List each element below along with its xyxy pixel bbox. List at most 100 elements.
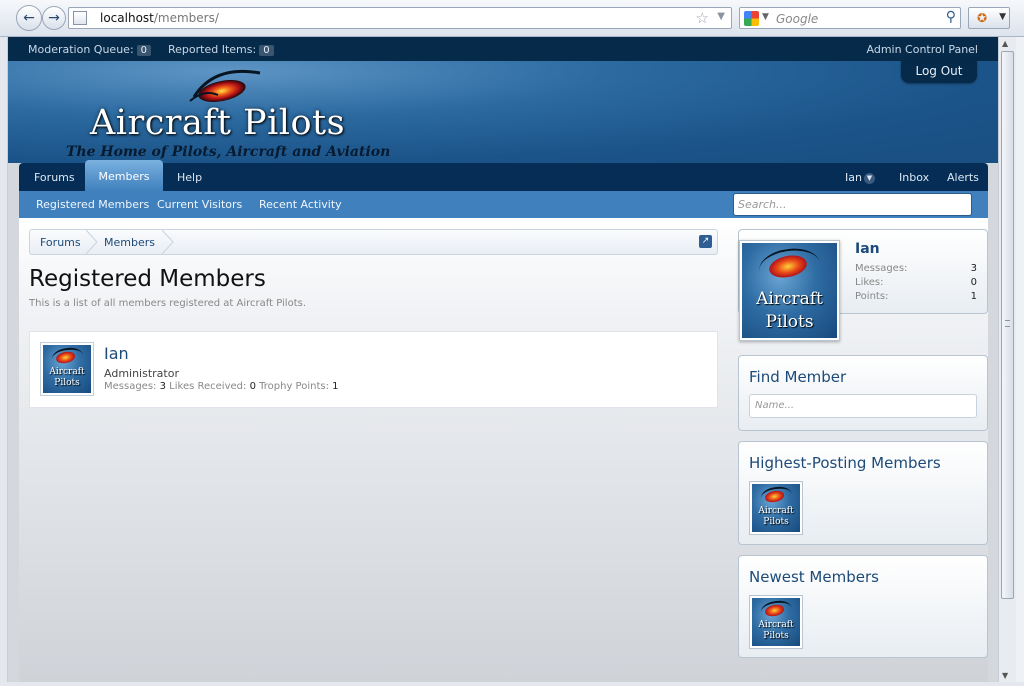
avatar[interactable]: Aircraft Pilots [40,342,94,396]
site-logo[interactable]: Aircraft Pilots The Home of Pilots, Airc… [60,63,390,163]
url-text: localhost/members/ [100,11,219,25]
avatar-image: Aircraft Pilots [43,345,91,393]
vertical-scrollbar[interactable]: ▲ ▼ [998,37,1016,682]
newest-members-panel: Newest Members Aircraft Pilots [738,555,988,658]
google-icon[interactable] [744,11,759,26]
breadcrumb: Forums Members ↗ [29,229,718,255]
reported-items-link[interactable]: Reported Items: 0 [168,43,274,56]
avatar-image: Aircraft Pilots [752,598,800,646]
admin-control-panel-link[interactable]: Admin Control Panel [867,43,979,56]
likes-value: 0 [249,381,256,392]
moderation-queue-label: Moderation Queue: [28,43,134,56]
list-item: Aircraft Pilots Ian Administrator Messag… [29,331,718,408]
reported-items-count: 0 [259,45,274,56]
moderator-bar: Moderation Queue: 0 Reported Items: 0 Admi… [8,37,998,61]
addon-icon: ✪ [977,11,988,25]
avatar-text-line1: Aircraft [758,620,794,630]
arrow-right-icon: → [48,10,60,26]
visitor-messages-value: 3 [970,263,977,274]
avatar-text-line1: Aircraft [756,289,823,309]
page-description: This is a list of all members registered… [29,298,307,309]
window-bottom-edge [0,682,1024,686]
scroll-down-icon[interactable]: ▼ [1002,671,1008,680]
avatar-image: Aircraft Pilots [752,484,800,532]
moderation-queue-count: 0 [136,45,152,56]
visitor-avatar[interactable]: Aircraft Pilots [739,240,840,341]
breadcrumb-separator-icon [161,230,174,254]
jump-to-icon[interactable]: ↗ [699,235,712,248]
browser-toolbar: ← → localhost/members/ ☆ ▼ ▼ Google ⚲ ✪ … [0,0,1024,37]
visitor-name-link[interactable]: Ian [855,241,880,257]
page-viewport: Moderation Queue: 0 Reported Items: 0 Admi… [8,37,998,682]
site-title: Aircraft Pilots [90,103,346,143]
moderation-queue-link[interactable]: Moderation Queue: 0 [28,43,152,56]
tab-forums[interactable]: Forums [34,171,75,184]
scroll-thumb[interactable] [1001,51,1014,599]
avatar-image: Aircraft Pilots [742,243,837,338]
breadcrumb-forums[interactable]: Forums [40,236,81,249]
avatar-text-line2: Pilots [765,312,814,332]
find-member-title: Find Member [749,368,847,386]
trophy-label: Trophy Points: [259,381,329,392]
chevron-down-icon: ▼ [863,172,875,184]
breadcrumb-members[interactable]: Members [104,236,155,249]
forward-button[interactable]: → [42,6,66,30]
trophy-value: 1 [332,381,339,392]
addon-button[interactable]: ✪ ▼ [968,7,1010,29]
member-stats: Messages: 3 Likes Received: 0 Trophy Poi… [104,381,339,392]
highest-posting-panel: Highest-Posting Members Aircraft Pilots [738,441,988,545]
main-content: Forums Members ↗ Registered Members This… [19,218,988,682]
search-engine-dropdown-icon[interactable]: ▼ [762,12,769,22]
addon-dropdown-icon[interactable]: ▼ [999,12,1006,22]
subnav-registered-members[interactable]: Registered Members [36,198,149,211]
alerts-link[interactable]: Alerts [947,171,979,184]
newest-members-title: Newest Members [749,568,879,586]
site-search-placeholder: Search... [738,198,787,211]
avatar-text-line2: Pilots [763,631,789,641]
url-dropdown-icon[interactable]: ▼ [717,11,725,22]
member-role: Administrator [104,367,179,380]
member-name-link[interactable]: Ian [104,344,129,363]
visitor-points-value: 1 [970,291,977,302]
search-icon[interactable]: ⚲ [946,9,956,25]
messages-label: Messages: [104,381,157,392]
browser-search-box[interactable]: ▼ Google ⚲ [739,7,961,29]
page-icon [73,11,87,25]
inbox-link[interactable]: Inbox [899,171,929,184]
visitor-points-label: Points: [855,291,889,302]
logout-button[interactable]: Log Out [901,61,977,83]
avatar-text-line2: Pilots [54,378,80,388]
find-member-panel: Find Member Name... [738,355,988,431]
tab-help[interactable]: Help [177,171,202,184]
messages-value: 3 [159,381,166,392]
bookmark-star-icon[interactable]: ☆ [696,9,709,27]
main-navigation: Forums Members Help Ian ▼ Inbox Alerts [19,160,988,191]
scroll-up-icon[interactable]: ▲ [1002,39,1008,48]
likes-label: Likes Received: [169,381,247,392]
avatar-text-line2: Pilots [763,517,789,527]
logo-orb-icon [189,69,261,102]
avatar[interactable]: Aircraft Pilots [749,595,803,649]
user-menu[interactable]: Ian ▼ [845,171,875,184]
window-left-edge [0,37,8,682]
avatar[interactable]: Aircraft Pilots [749,481,803,535]
subnav-recent-activity[interactable]: Recent Activity [259,198,342,211]
visitor-likes-label: Likes: [855,277,884,288]
avatar-text-line1: Aircraft [758,506,794,516]
tab-members[interactable]: Members [85,160,163,191]
arrow-left-icon: ← [23,10,35,26]
page-title: Registered Members [29,266,266,292]
site-tagline: The Home of Pilots, Aircraft and Aviatio… [66,144,391,160]
sub-navigation: Registered Members Current Visitors Rece… [19,191,988,218]
address-bar[interactable]: localhost/members/ ☆ ▼ [68,7,732,29]
site-header: Log Out Aircraft Pilots The Home of Pilo… [8,61,998,163]
highest-posting-title: Highest-Posting Members [749,454,941,472]
site-search-input[interactable]: Search... [733,193,972,216]
url-path: /members/ [153,11,219,25]
visitor-messages-label: Messages: [855,263,908,274]
find-member-input[interactable]: Name... [749,394,977,418]
subnav-current-visitors[interactable]: Current Visitors [157,198,242,211]
visitor-likes-value: 0 [970,277,977,288]
url-host: localhost [100,11,154,25]
back-button[interactable]: ← [16,5,42,31]
